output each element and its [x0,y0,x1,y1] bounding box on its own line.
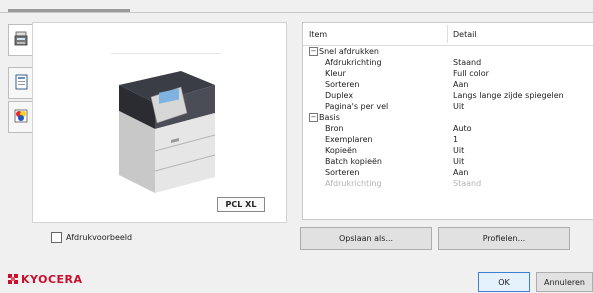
kyocera-logo-icon [8,273,18,286]
side-tab-document[interactable] [8,67,34,99]
brand-logo: KYOCERA [8,273,83,286]
row-detail: Staand [453,179,482,188]
row-detail: Langs lange zijde spiegelen [453,91,564,100]
settings-table: Item Detail − Snel afdrukken Afdrukricht… [302,22,593,220]
column-header-item: Item [309,30,328,39]
row-item: Kleur [325,69,346,78]
table-row[interactable]: Sorteren Aan [303,167,593,178]
table-row[interactable]: Sorteren Aan [303,79,593,90]
table-row[interactable]: Bron Auto [303,123,593,134]
row-detail: Uit [453,102,465,111]
row-detail: Staand [453,58,482,67]
profiles-button[interactable]: Profielen... [438,227,570,250]
row-item: Sorteren [325,168,360,177]
row-item: Batch kopieën [325,157,382,166]
table-row[interactable]: Afdrukrichting Staand [303,57,593,68]
row-detail: Uit [453,146,465,155]
group-row-basic[interactable]: − Basis [303,112,593,123]
checkbox-box[interactable] [51,232,62,243]
table-row[interactable]: Duplex Langs lange zijde spiegelen [303,90,593,101]
table-row[interactable]: Kopieën Uit [303,145,593,156]
table-row[interactable]: Exemplaren 1 [303,134,593,145]
row-detail: Full color [453,69,489,78]
row-item: Duplex [325,91,354,100]
selected-tab-indicator [8,9,130,12]
color-icon [14,109,28,125]
row-item: Bron [325,124,344,133]
row-detail: Uit [453,157,465,166]
row-detail: Aan [453,168,469,177]
table-row[interactable]: Kleur Full color [303,68,593,79]
preview-checkbox-label: Afdrukvoorbeeld [66,233,133,242]
ok-button[interactable]: OK [478,272,530,292]
row-detail: Aan [453,80,469,89]
row-item: Afdrukrichting [325,179,382,188]
group-label: Snel afdrukken [319,47,379,56]
collapse-toggle-icon[interactable]: − [309,47,318,56]
row-item: Afdrukrichting [325,58,382,67]
brand-name: KYOCERA [21,273,83,286]
group-row-quick-print[interactable]: − Snel afdrukken [303,46,593,57]
column-header-detail: Detail [453,30,477,39]
pdl-badge: PCL XL [217,197,265,212]
row-detail: 1 [453,135,459,144]
table-row[interactable]: Batch kopieën Uit [303,156,593,167]
printer-icon [14,31,28,49]
row-item: Sorteren [325,80,360,89]
row-item: Exemplaren [325,135,373,144]
cancel-button[interactable]: Annuleren [536,272,593,292]
row-item: Pagina's per vel [325,102,389,111]
printer-preview-panel: PCL XL [32,22,287,223]
collapse-toggle-icon[interactable]: − [309,113,318,122]
column-separator [447,25,448,43]
printer-illustration [111,51,221,203]
save-as-button[interactable]: Opslaan als... [300,227,432,250]
side-tab-color[interactable] [8,101,34,133]
table-header: Item Detail [303,23,593,46]
row-detail: Auto [453,124,472,133]
table-row[interactable]: Afdrukrichting Staand [303,178,593,189]
table-row[interactable]: Pagina's per vel Uit [303,101,593,112]
preview-checkbox[interactable]: Afdrukvoorbeeld [51,232,132,243]
side-tab-device[interactable] [8,24,34,56]
document-icon [15,74,28,92]
row-item: Kopieën [325,146,357,155]
group-label: Basis [319,113,340,122]
